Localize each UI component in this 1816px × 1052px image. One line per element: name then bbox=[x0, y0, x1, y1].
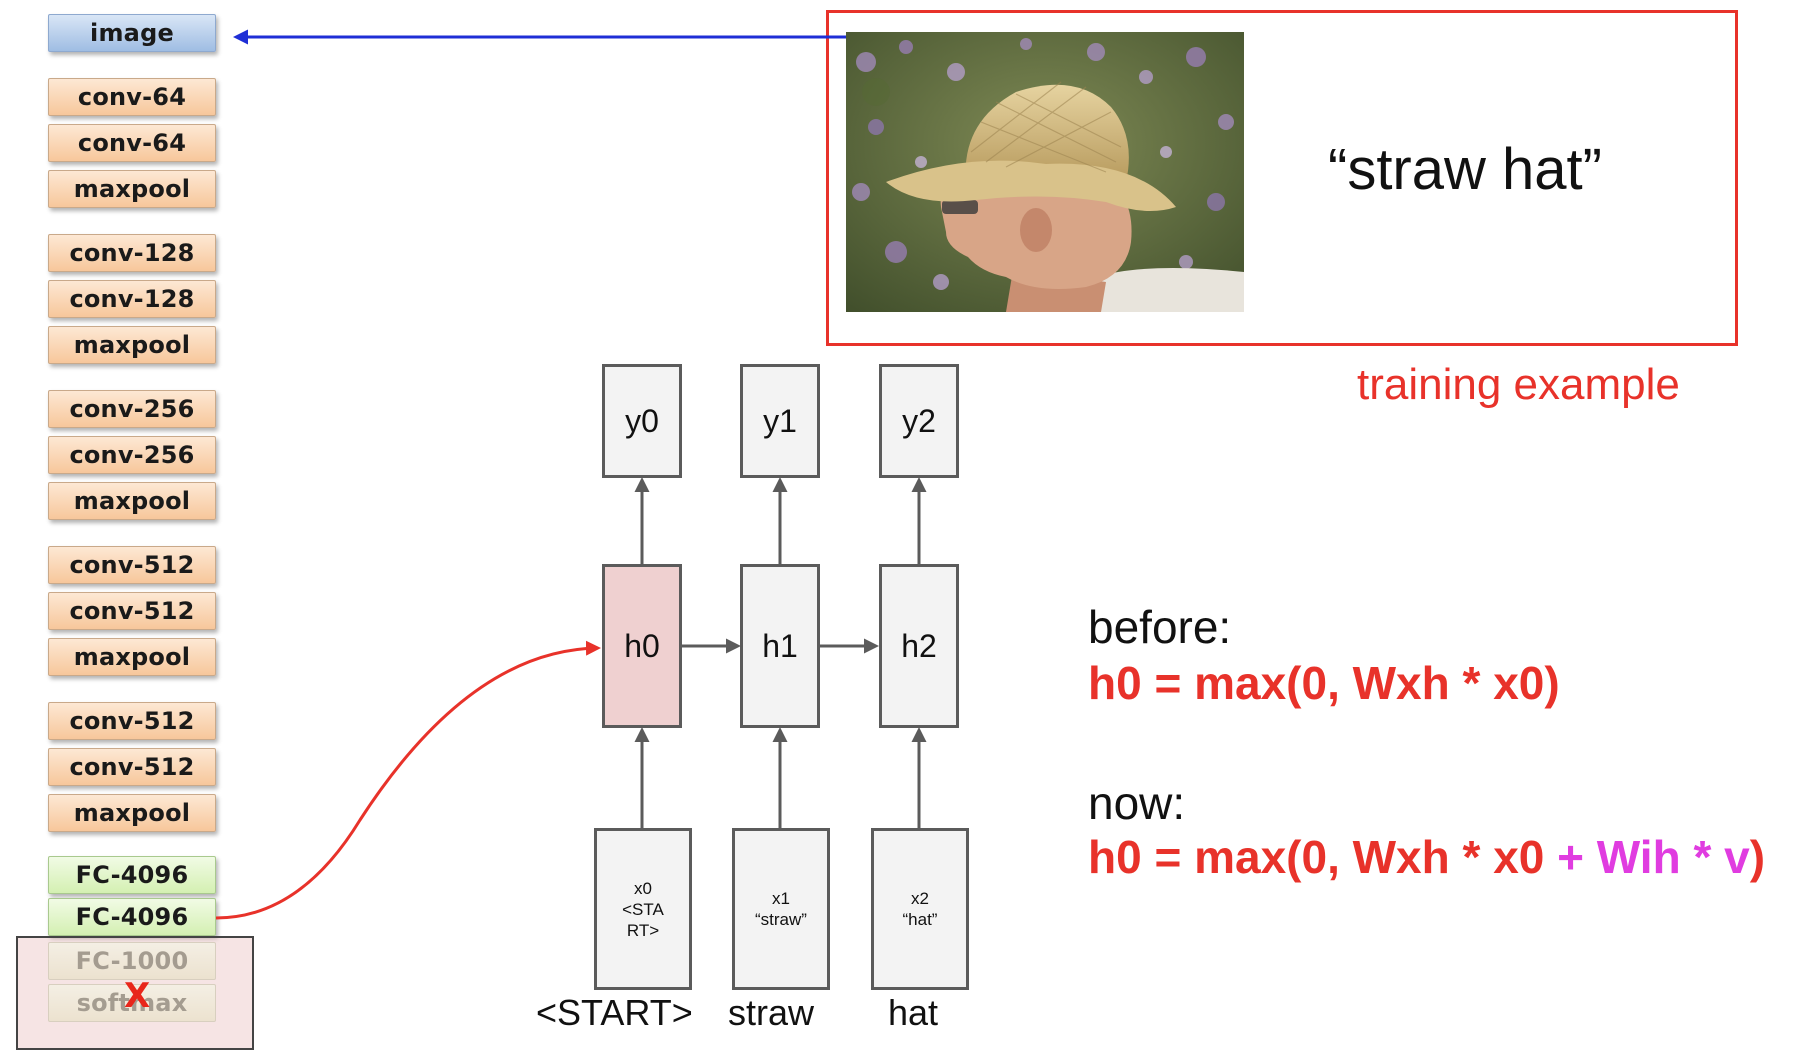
input-x0: x0 <STA RT> bbox=[594, 828, 692, 990]
now-formula-image-term: + Wih * v bbox=[1544, 831, 1750, 883]
input-x2-line1: x2 bbox=[911, 889, 929, 908]
now-formula: h0 = max(0, Wxh * x0 + Wih * v) bbox=[1088, 830, 1765, 884]
input-x0-line1: x0 bbox=[634, 878, 652, 898]
input-x2-line2: “hat” bbox=[902, 910, 938, 929]
input-x2: x2 “hat” bbox=[871, 828, 969, 990]
hidden-h0: h0 bbox=[602, 564, 682, 728]
before-formula: h0 = max(0, Wxh * x0) bbox=[1088, 657, 1560, 709]
input-x0-line2: <STA bbox=[622, 899, 664, 919]
output-y1: y1 bbox=[740, 364, 820, 478]
now-formula-base: h0 = max(0, Wxh * x0 bbox=[1088, 831, 1545, 883]
before-label: before: bbox=[1088, 601, 1232, 653]
word-start: <START> bbox=[536, 992, 693, 1033]
now-label: now: bbox=[1088, 777, 1186, 829]
input-x1: x1 “straw” bbox=[732, 828, 830, 990]
output-y0: y0 bbox=[602, 364, 682, 478]
hidden-h2: h2 bbox=[879, 564, 959, 728]
input-x0-line3: RT> bbox=[626, 920, 660, 940]
output-y2: y2 bbox=[879, 364, 959, 478]
input-x1-line1: x1 bbox=[772, 889, 790, 908]
hidden-h1: h1 bbox=[740, 564, 820, 728]
now-formula-close: ) bbox=[1749, 831, 1766, 883]
cnn-to-h0-arrow bbox=[215, 640, 601, 920]
input-x1-line2: “straw” bbox=[755, 910, 807, 929]
word-straw: straw bbox=[728, 992, 815, 1033]
word-hat: hat bbox=[888, 992, 939, 1033]
